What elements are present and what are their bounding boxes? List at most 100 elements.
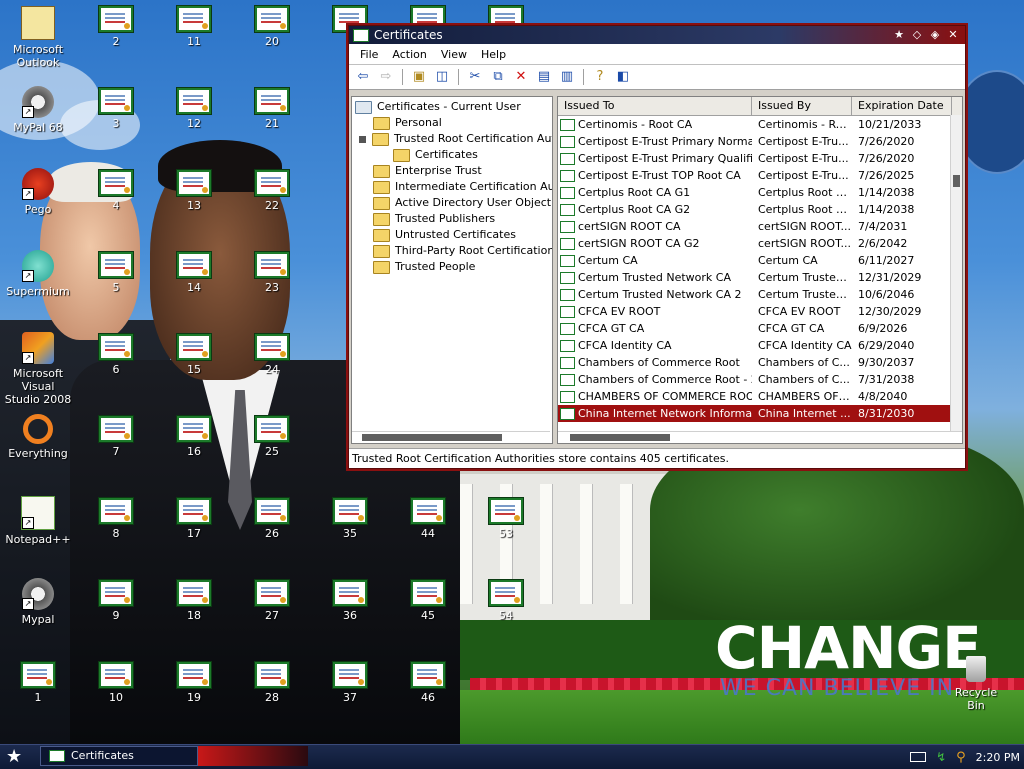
desktop-cert-file[interactable]: 46	[403, 661, 453, 704]
desktop-cert-file[interactable]: 16	[169, 415, 219, 458]
list-vertical-scrollbar[interactable]	[950, 115, 962, 431]
desktop-icon-mypal[interactable]: ↗ Mypal	[0, 578, 76, 626]
desktop-icon-visual-studio[interactable]: ↗ Microsoft Visual Studio 2008	[0, 332, 76, 406]
network-icon[interactable]: ↯	[936, 750, 946, 764]
desktop-cert-file[interactable]: 25	[247, 415, 297, 458]
help-icon[interactable]: ?	[590, 68, 610, 86]
list-item[interactable]: CHAMBERS OF COMMERCE ROOT... CHAMBERS OF …	[558, 388, 962, 405]
tree-item-intermediate[interactable]: Intermediate Certification Authc	[373, 179, 552, 195]
forward-arrow-icon[interactable]: ⇨	[376, 68, 396, 86]
list-item[interactable]: certSIGN ROOT CA certSIGN ROOT... 7/4/2031	[558, 218, 962, 235]
list-item[interactable]: Certum Trusted Network CA 2 Certum Truste…	[558, 286, 962, 303]
desktop-icon-pego[interactable]: ↗ Pego	[0, 168, 76, 216]
list-item[interactable]: Certipost E-Trust Primary Qualifie... Cer…	[558, 150, 962, 167]
list-item[interactable]: Chambers of Commerce Root - 2008 Chambers…	[558, 371, 962, 388]
list-item[interactable]: Chambers of Commerce Root Chambers of C..…	[558, 354, 962, 371]
list-item[interactable]: Certinomis - Root CA Certinomis - Ro... 10…	[558, 116, 962, 133]
desktop-cert-file[interactable]: 2	[91, 5, 141, 48]
tree-item-trusted-people[interactable]: Trusted People	[373, 259, 475, 275]
list-item[interactable]: Certplus Root CA G2 Certplus Root C... 1/1…	[558, 201, 962, 218]
window-titlebar[interactable]: Certificates ★ ◇ ◈ ✕	[349, 26, 965, 44]
desktop-icon-mypal68[interactable]: ↗ MyPal 68	[0, 86, 76, 134]
scrollbar-thumb[interactable]	[362, 434, 502, 441]
tree-item-enterprise-trust[interactable]: Enterprise Trust	[373, 163, 482, 179]
desktop-cert-file[interactable]: 19	[169, 661, 219, 704]
list-item-selected[interactable]: China Internet Network Informati... China…	[558, 405, 962, 422]
console-tree[interactable]: Certificates - Current User Personal Tru…	[351, 96, 553, 444]
desktop-icon-everything[interactable]: Everything	[0, 414, 76, 460]
desktop-cert-file[interactable]: 27	[247, 579, 297, 622]
tree-item-active-directory[interactable]: Active Directory User Object	[373, 195, 551, 211]
list-item[interactable]: CFCA EV ROOT CFCA EV ROOT 12/30/2029	[558, 303, 962, 320]
tree-item-untrusted[interactable]: Untrusted Certificates	[373, 227, 516, 243]
search-magnifier-icon[interactable]: ⚲	[956, 750, 966, 765]
desktop-cert-file[interactable]: 22	[247, 169, 297, 212]
list-item[interactable]: certSIGN ROOT CA G2 certSIGN ROOT... 2/6/2…	[558, 235, 962, 252]
desktop-cert-file[interactable]: 12	[169, 87, 219, 130]
desktop-cert-file[interactable]: 9	[91, 579, 141, 622]
desktop-cert-file[interactable]: 10	[91, 661, 141, 704]
minimize-button[interactable]: ◇	[911, 29, 923, 41]
menu-help[interactable]: Help	[474, 48, 513, 61]
list-item[interactable]: CFCA GT CA CFCA GT CA 6/9/2026	[558, 320, 962, 337]
desktop-cert-file[interactable]: 21	[247, 87, 297, 130]
desktop-cert-file[interactable]: 20	[247, 5, 297, 48]
pin-star-icon[interactable]: ★	[893, 29, 905, 41]
desktop-cert-file[interactable]: 5	[91, 251, 141, 294]
collapse-expander-icon[interactable]	[359, 135, 366, 143]
desktop-cert-file[interactable]: 44	[403, 497, 453, 540]
list-item[interactable]: Certum CA Certum CA 6/11/2027	[558, 252, 962, 269]
desktop-cert-file[interactable]: 8	[91, 497, 141, 540]
desktop-cert-file[interactable]: 7	[91, 415, 141, 458]
tree-item-third-party-root[interactable]: Third-Party Root Certification Au	[373, 243, 552, 259]
console-tree-icon[interactable]: ◧	[613, 68, 633, 86]
desktop-cert-file[interactable]: 24	[247, 333, 297, 376]
desktop-cert-file[interactable]: 54	[481, 579, 531, 622]
scrollbar-thumb[interactable]	[570, 434, 670, 441]
start-star-icon[interactable]: ★	[6, 747, 28, 767]
desktop-cert-file[interactable]: 35	[325, 497, 375, 540]
cut-icon[interactable]: ✂	[465, 68, 485, 86]
desktop-cert-file[interactable]: 53	[481, 497, 531, 540]
desktop-cert-file[interactable]: 28	[247, 661, 297, 704]
desktop-cert-file[interactable]: 1	[13, 661, 63, 704]
close-button[interactable]: ✕	[947, 29, 959, 41]
list-horizontal-scrollbar[interactable]	[558, 431, 962, 443]
copy-icon[interactable]: ⧉	[488, 68, 508, 86]
back-arrow-icon[interactable]: ⇦	[353, 68, 373, 86]
tree-item-certificates[interactable]: Certificates	[393, 147, 478, 163]
keyboard-icon[interactable]	[910, 752, 927, 762]
menu-file[interactable]: File	[353, 48, 385, 61]
menu-action[interactable]: Action	[385, 48, 433, 61]
up-folder-icon[interactable]: ▣	[409, 68, 429, 86]
desktop-cert-file[interactable]: 26	[247, 497, 297, 540]
list-item[interactable]: Certipost E-Trust TOP Root CA Certipost E…	[558, 167, 962, 184]
desktop-cert-file[interactable]: 4	[91, 169, 141, 212]
desktop-cert-file[interactable]: 18	[169, 579, 219, 622]
taskbar-button-certificates[interactable]: Certificates	[40, 746, 198, 766]
column-issued-by[interactable]: Issued By	[752, 97, 852, 115]
desktop-cert-file[interactable]: 36	[325, 579, 375, 622]
desktop-cert-file[interactable]: 37	[325, 661, 375, 704]
show-hide-tree-icon[interactable]: ◫	[432, 68, 452, 86]
maximize-button[interactable]: ◈	[929, 29, 941, 41]
list-item[interactable]: Certipost E-Trust Primary Normalis... Cer…	[558, 133, 962, 150]
desktop-cert-file[interactable]: 45	[403, 579, 453, 622]
list-item[interactable]: Certplus Root CA G1 Certplus Root C... 1/1…	[558, 184, 962, 201]
desktop-cert-file[interactable]: 23	[247, 251, 297, 294]
desktop-cert-file[interactable]: 6	[91, 333, 141, 376]
list-item[interactable]: Certum Trusted Network CA Certum Trusted.…	[558, 269, 962, 286]
certificate-list[interactable]: Issued To Issued By Expiration Date Cert…	[557, 96, 963, 444]
list-item[interactable]: CFCA Identity CA CFCA Identity CA 6/29/204…	[558, 337, 962, 354]
desktop-cert-file[interactable]: 11	[169, 5, 219, 48]
tree-item-trusted-root[interactable]: Trusted Root Certification Authc	[359, 131, 552, 147]
desktop-icon-outlook[interactable]: Microsoft Outlook	[0, 6, 76, 69]
clock[interactable]: 2:20 PM	[976, 751, 1020, 764]
column-expiration-date[interactable]: Expiration Date	[852, 97, 952, 115]
desktop-cert-file[interactable]: 3	[91, 87, 141, 130]
desktop-cert-file[interactable]: 13	[169, 169, 219, 212]
properties-icon[interactable]: ▤	[534, 68, 554, 86]
tree-item-personal[interactable]: Personal	[373, 115, 442, 131]
scrollbar-thumb[interactable]	[953, 175, 960, 187]
export-list-icon[interactable]: ▥	[557, 68, 577, 86]
